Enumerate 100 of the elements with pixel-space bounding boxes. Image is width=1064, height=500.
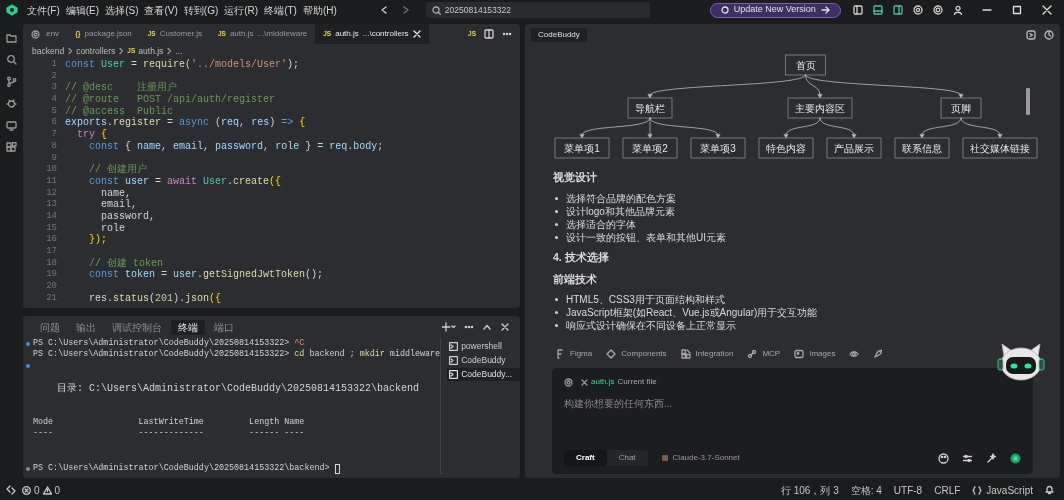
line-number: 7: [50, 129, 57, 141]
section-heading: 前端技术: [553, 271, 598, 287]
encoding[interactable]: UTF-8: [893, 482, 923, 498]
layout-icon[interactable]: [892, 5, 903, 15]
line-number: 4: [50, 94, 57, 106]
model-icon: [661, 455, 668, 461]
code-line: password,: [100, 210, 155, 223]
diagram-node: 导航栏: [627, 97, 673, 119]
bullet-icon: [555, 209, 558, 213]
monitor-icon[interactable]: [6, 120, 17, 131]
panel-tab[interactable]: 问题: [33, 319, 67, 335]
diagram-node: 联系信息: [894, 137, 950, 159]
breadcrumb-item[interactable]: backend: [32, 44, 65, 58]
tool-button[interactable]: MCP: [747, 347, 781, 361]
terminal-session[interactable]: powershell: [447, 340, 520, 353]
code-line: const user = await User.create({: [88, 175, 282, 188]
line-number: 18: [45, 257, 57, 270]
chat-input-field[interactable]: 构建你想要的任何东西...: [564, 396, 1021, 410]
line-number: 16: [45, 234, 57, 246]
model-selector[interactable]: Claude-3.7-Sonnet: [661, 452, 740, 464]
history-icon[interactable]: [1044, 30, 1054, 40]
menu-item[interactable]: 查看(V): [141, 2, 181, 18]
branch-icon[interactable]: [6, 76, 17, 87]
line-number: 2: [50, 70, 57, 83]
bullet-icon: [555, 196, 558, 200]
breadcrumb-item[interactable]: controllers: [76, 44, 116, 58]
close-icon[interactable]: [500, 322, 510, 332]
debug-icon[interactable]: [6, 98, 17, 109]
link-icon: [747, 349, 758, 359]
extensions-icon[interactable]: [6, 142, 17, 153]
terminal-session[interactable]: CodeBuddy: [447, 354, 520, 367]
menu-item[interactable]: 终端(T): [261, 2, 300, 18]
cursor-position[interactable]: 行 106，列 3: [780, 482, 839, 498]
line-number: 9: [50, 152, 57, 165]
connector-arrow: [783, 117, 821, 139]
problems-indicator[interactable]: 0 0: [22, 482, 61, 498]
remote-icon[interactable]: [6, 485, 16, 495]
panel-toggle-icon[interactable]: [872, 5, 883, 15]
code-line: // @route POST /api/auth/register: [65, 94, 276, 106]
connector-arrow: [819, 117, 857, 139]
panel-tab[interactable]: 终端: [171, 319, 205, 335]
bullet-icon: [555, 222, 558, 226]
magic-wand-icon[interactable]: [986, 452, 997, 464]
target-icon[interactable]: [932, 5, 943, 15]
arrow-right-icon: [820, 6, 830, 14]
menu-item[interactable]: 文件(F): [24, 2, 63, 18]
update-button[interactable]: Update New Version: [709, 2, 841, 18]
mode-tab[interactable]: Chat: [606, 450, 648, 466]
language-mode[interactable]: JavaScript: [972, 482, 1033, 498]
panel-tab[interactable]: CodeBuddy: [531, 28, 587, 42]
split-editor-icon[interactable]: [484, 29, 494, 39]
line-ending[interactable]: CRLF: [934, 482, 961, 498]
panel-tab[interactable]: 端口: [207, 319, 241, 335]
bullet-icon: [555, 311, 558, 315]
panel-tab[interactable]: 调试控制台: [105, 319, 169, 335]
context-chip[interactable]: auth.js Current file: [581, 376, 657, 388]
code-line: // 创建用户: [88, 164, 147, 176]
diagram-node: 主要内容区: [787, 97, 853, 119]
menu-item[interactable]: 转到(G): [180, 2, 222, 18]
indentation[interactable]: 空格: 4: [850, 482, 882, 498]
account-icon[interactable]: [952, 5, 963, 15]
sidebar-toggle-icon[interactable]: [852, 5, 863, 15]
code-line: const token = user.getSignedJwtToken();: [88, 269, 324, 282]
maximize-panel-icon[interactable]: [482, 322, 492, 332]
mode-tab[interactable]: Craft: [564, 450, 607, 466]
new-chat-icon[interactable]: [1026, 30, 1036, 40]
figma-icon: [555, 349, 565, 359]
editor-tab[interactable]: .env: [23, 24, 68, 44]
menu-item[interactable]: 帮助(H): [299, 2, 340, 18]
menu-item[interactable]: 编辑(E): [62, 2, 103, 18]
terminal-session[interactable]: CodeBuddy...: [447, 368, 520, 381]
menu-item[interactable]: 运行(R): [221, 2, 262, 18]
tool-button[interactable]: Components: [606, 347, 667, 361]
new-terminal-icon[interactable]: [442, 322, 456, 332]
terminal-icon: [449, 356, 459, 365]
tool-button[interactable]: Integration: [680, 347, 734, 361]
line-number: 12: [45, 187, 57, 200]
search-field[interactable]: 20250814153322: [425, 2, 650, 18]
sliders-icon[interactable]: [962, 452, 973, 464]
notification-bell-icon[interactable]: [1045, 485, 1054, 495]
close-icon[interactable]: [412, 30, 421, 38]
close-icon[interactable]: [1042, 5, 1052, 15]
panel-tab[interactable]: 输出: [69, 319, 103, 335]
tool-button[interactable]: Images: [794, 347, 836, 361]
breadcrumb-item[interactable]: ...: [175, 44, 183, 58]
terminal-cursor: [334, 463, 340, 474]
search-icon[interactable]: [6, 54, 17, 65]
scrollbar-thumb[interactable]: [1026, 88, 1030, 115]
menu-item[interactable]: 选择(S): [102, 2, 142, 18]
eye-icon[interactable]: [849, 349, 860, 359]
send-icon[interactable]: [1010, 452, 1021, 464]
list-item: JavaScript框架(如React、Vue.js或Angular)用于交互功能: [566, 306, 818, 320]
maximize-icon[interactable]: [1012, 5, 1022, 15]
diagram-node: 页脚: [940, 97, 982, 119]
terminal-icon: [449, 342, 459, 351]
line-number: 3: [50, 82, 57, 95]
tool-button[interactable]: Figma: [555, 347, 593, 361]
files-icon[interactable]: [6, 32, 17, 43]
list-item: 设计一致的按钮、表单和其他UI元素: [566, 230, 726, 245]
diagram-node: 菜单项3: [690, 137, 746, 159]
